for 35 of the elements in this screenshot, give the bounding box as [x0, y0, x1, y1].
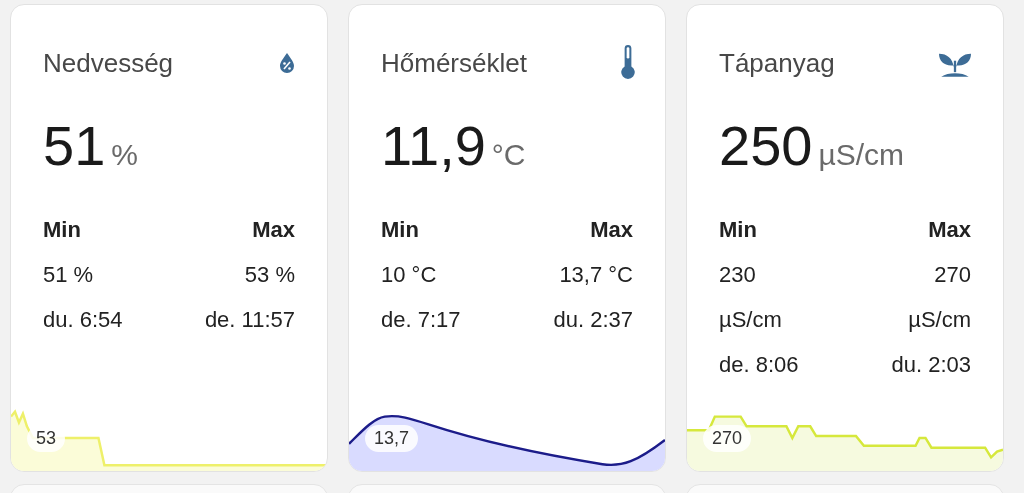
stat-text: du. 2:37 — [553, 307, 633, 332]
card-title: Nedvesség — [43, 47, 174, 79]
card-title: Tápanyag — [719, 47, 835, 79]
stat-text: du. 2:03 — [891, 352, 971, 377]
min-label: Min — [381, 217, 420, 242]
stat-text: 270 — [934, 262, 971, 287]
graph-value-badge: 13,7 — [365, 425, 419, 452]
stat-text: 53 % — [244, 262, 295, 287]
thermometer-icon — [619, 45, 637, 81]
sensor-card[interactable]: Hőmérséklet 11,9°C Min 10 °C de. 7:17 Max 13,7 °C du. 2:37 13,7 — [348, 4, 666, 472]
stat-text: de. 11:57 — [204, 307, 295, 332]
unit-label: % — [111, 138, 138, 172]
max-label: Max — [590, 217, 633, 242]
stat-text: µS/cm — [908, 307, 971, 332]
max-label: Max — [252, 217, 295, 242]
graph-value-badge: 270 — [703, 425, 752, 452]
sensor-card[interactable]: Tápanyag 250 µS/cm Min 230 µS/cm de. 8:06 Max 270 µS/cm du. 2:03 270 — [686, 4, 1004, 472]
min-label: Min — [719, 217, 758, 242]
stat-text: 51 % — [43, 262, 95, 287]
stat-text: du. 6:54 — [43, 307, 123, 332]
stat-text: de. 8:06 — [719, 352, 799, 377]
sensor-value: 11,9 — [381, 113, 486, 178]
max-label: Max — [928, 217, 971, 242]
stat-text: de. 7:17 — [381, 307, 461, 332]
unit-label: µS/cm — [818, 138, 905, 172]
sensor-card[interactable]: Nedvesség 51% Min 51 % du. 6:54 Max 53 % de. 11:57 53 — [10, 4, 328, 472]
sensor-value: 51 — [43, 113, 106, 178]
stat-text: 13,7 °C — [559, 262, 633, 287]
unit-label: °C — [491, 138, 526, 172]
stat-text: 10 °C — [381, 262, 438, 287]
stat-text: 230 — [719, 262, 757, 287]
min-label: Min — [43, 217, 82, 242]
sensor-value: 250 — [719, 113, 813, 178]
stat-text: µS/cm — [719, 307, 783, 332]
card-title: Hőmérséklet — [381, 47, 527, 79]
